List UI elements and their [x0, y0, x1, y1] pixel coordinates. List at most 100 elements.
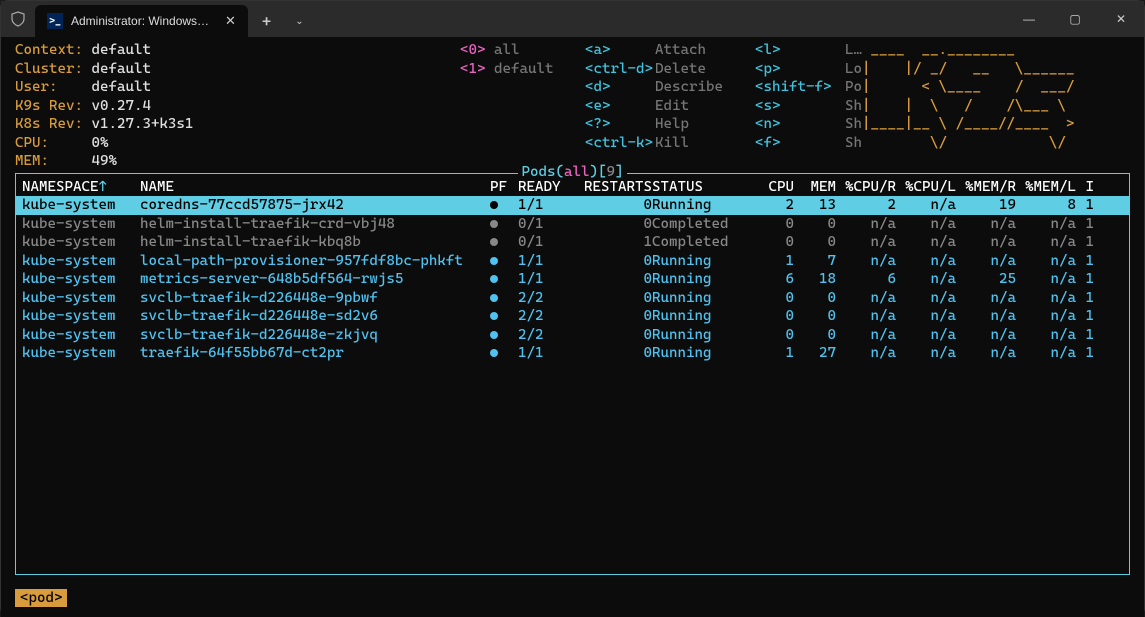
cell-cpul: n/a: [896, 233, 956, 252]
cell-status: Completed: [652, 233, 752, 252]
cell-namespace: kube-system: [22, 196, 140, 215]
cell-meml: n/a: [1016, 326, 1076, 345]
cell-cpur: n/a: [836, 252, 896, 271]
cell-cpu: 0: [752, 215, 794, 234]
cell-status: Completed: [652, 215, 752, 234]
cell-ready: 1/1: [518, 252, 570, 271]
table-row[interactable]: kube-systemhelm-install-traefik-crd-vbj4…: [16, 215, 1129, 234]
cell-cpu: 1: [752, 252, 794, 271]
pods-table: Pods(all)[9] NAMESPACE↑ NAME PF READY RE…: [15, 173, 1130, 575]
cell-name: coredns-77ccd57875-jrx42: [140, 196, 490, 215]
cell-name: metrics-server-648b5df564-rwjs5: [140, 270, 490, 289]
shield-icon: [9, 10, 27, 28]
cell-cpu: 0: [752, 233, 794, 252]
cell-i: 1: [1076, 344, 1094, 363]
cell-restarts: 0: [570, 196, 652, 215]
cell-namespace: kube-system: [22, 326, 140, 345]
cell-pf: [490, 270, 518, 289]
cell-memr: n/a: [956, 344, 1016, 363]
cell-namespace: kube-system: [22, 307, 140, 326]
cell-pf: [490, 196, 518, 215]
table-row[interactable]: kube-systemtraefik-64f55bb67d-ct2pr1/10R…: [16, 344, 1129, 363]
cell-cpu: 2: [752, 196, 794, 215]
cell-cpul: n/a: [896, 289, 956, 308]
cell-restarts: 0: [570, 252, 652, 271]
cell-status: Running: [652, 307, 752, 326]
cell-mem: 0: [794, 326, 836, 345]
table-row[interactable]: kube-systemcoredns-77ccd57875-jrx421/10R…: [16, 196, 1129, 215]
tab-dropdown-icon[interactable]: ⌄: [285, 16, 313, 27]
cell-status: Running: [652, 252, 752, 271]
cell-restarts: 0: [570, 307, 652, 326]
cell-memr: n/a: [956, 307, 1016, 326]
cell-cpul: n/a: [896, 215, 956, 234]
cell-meml: n/a: [1016, 344, 1076, 363]
cell-meml: n/a: [1016, 289, 1076, 308]
cell-name: helm-install-traefik-crd-vbj48: [140, 215, 490, 234]
cell-namespace: kube-system: [22, 233, 140, 252]
cell-name: svclb-traefik-d226448e-9pbwf: [140, 289, 490, 308]
table-row[interactable]: kube-systemhelm-install-traefik-kbq8b 0/1…: [16, 233, 1129, 252]
table-row[interactable]: kube-systemsvclb-traefik-d226448e-9pbwf2…: [16, 289, 1129, 308]
cell-mem: 0: [794, 289, 836, 308]
cell-cpul: n/a: [896, 270, 956, 289]
cell-pf: [490, 344, 518, 363]
cell-meml: n/a: [1016, 270, 1076, 289]
table-row[interactable]: kube-systemsvclb-traefik-d226448e-sd2v62…: [16, 307, 1129, 326]
cell-memr: n/a: [956, 326, 1016, 345]
maximize-button[interactable]: ▢: [1052, 1, 1098, 37]
cell-ready: 0/1: [518, 233, 570, 252]
cell-cpur: n/a: [836, 233, 896, 252]
cell-meml: 8: [1016, 196, 1076, 215]
cell-cpul: n/a: [896, 252, 956, 271]
cell-memr: n/a: [956, 252, 1016, 271]
tab-close-icon[interactable]: ✕: [225, 14, 236, 29]
cell-pf: [490, 233, 518, 252]
cell-i: 1: [1076, 289, 1094, 308]
cell-i: 1: [1076, 307, 1094, 326]
cell-cpur: 6: [836, 270, 896, 289]
cell-memr: n/a: [956, 215, 1016, 234]
cell-status: Running: [652, 326, 752, 345]
cell-restarts: 0: [570, 289, 652, 308]
cell-cpu: 6: [752, 270, 794, 289]
cell-mem: 7: [794, 252, 836, 271]
table-row[interactable]: kube-systemlocal-path-provisioner-957fdf…: [16, 252, 1129, 271]
new-tab-button[interactable]: +: [248, 12, 285, 31]
cell-name: helm-install-traefik-kbq8b: [140, 233, 490, 252]
cell-cpur: n/a: [836, 326, 896, 345]
cell-name: svclb-traefik-d226448e-sd2v6: [140, 307, 490, 326]
cell-memr: n/a: [956, 233, 1016, 252]
cell-restarts: 0: [570, 270, 652, 289]
cell-ready: 2/2: [518, 326, 570, 345]
terminal-tab[interactable]: >_ Administrator: Windows Powe ✕: [35, 5, 248, 37]
cell-ready: 1/1: [518, 270, 570, 289]
cell-pf: [490, 289, 518, 308]
close-button[interactable]: ✕: [1098, 1, 1144, 37]
cell-cpu: 0: [752, 307, 794, 326]
cell-cpul: n/a: [896, 196, 956, 215]
cell-mem: 0: [794, 215, 836, 234]
cell-restarts: 0: [570, 326, 652, 345]
cell-pf: [490, 326, 518, 345]
tab-title: Administrator: Windows Powe: [71, 14, 211, 28]
cell-ready: 0/1: [518, 215, 570, 234]
cell-cpul: n/a: [896, 307, 956, 326]
cell-memr: 19: [956, 196, 1016, 215]
cell-i: 1: [1076, 270, 1094, 289]
cell-status: Running: [652, 344, 752, 363]
terminal-body[interactable]: Context: default <0> all <a> Attach <l> …: [1, 37, 1144, 617]
table-row[interactable]: kube-systemsvclb-traefik-d226448e-zkjvq2…: [16, 326, 1129, 345]
cell-cpul: n/a: [896, 326, 956, 345]
cell-ready: 1/1: [518, 196, 570, 215]
cell-name: local-path-provisioner-957fdf8bc-phkft: [140, 252, 490, 271]
cell-status: Running: [652, 270, 752, 289]
cell-restarts: 0: [570, 215, 652, 234]
minimize-button[interactable]: —: [1006, 1, 1052, 37]
table-title: Pods(all)[9]: [518, 163, 628, 182]
cell-mem: 0: [794, 233, 836, 252]
table-row[interactable]: kube-systemmetrics-server-648b5df564-rwj…: [16, 270, 1129, 289]
cell-namespace: kube-system: [22, 252, 140, 271]
powershell-icon: >_: [47, 13, 63, 29]
cell-cpul: n/a: [896, 344, 956, 363]
